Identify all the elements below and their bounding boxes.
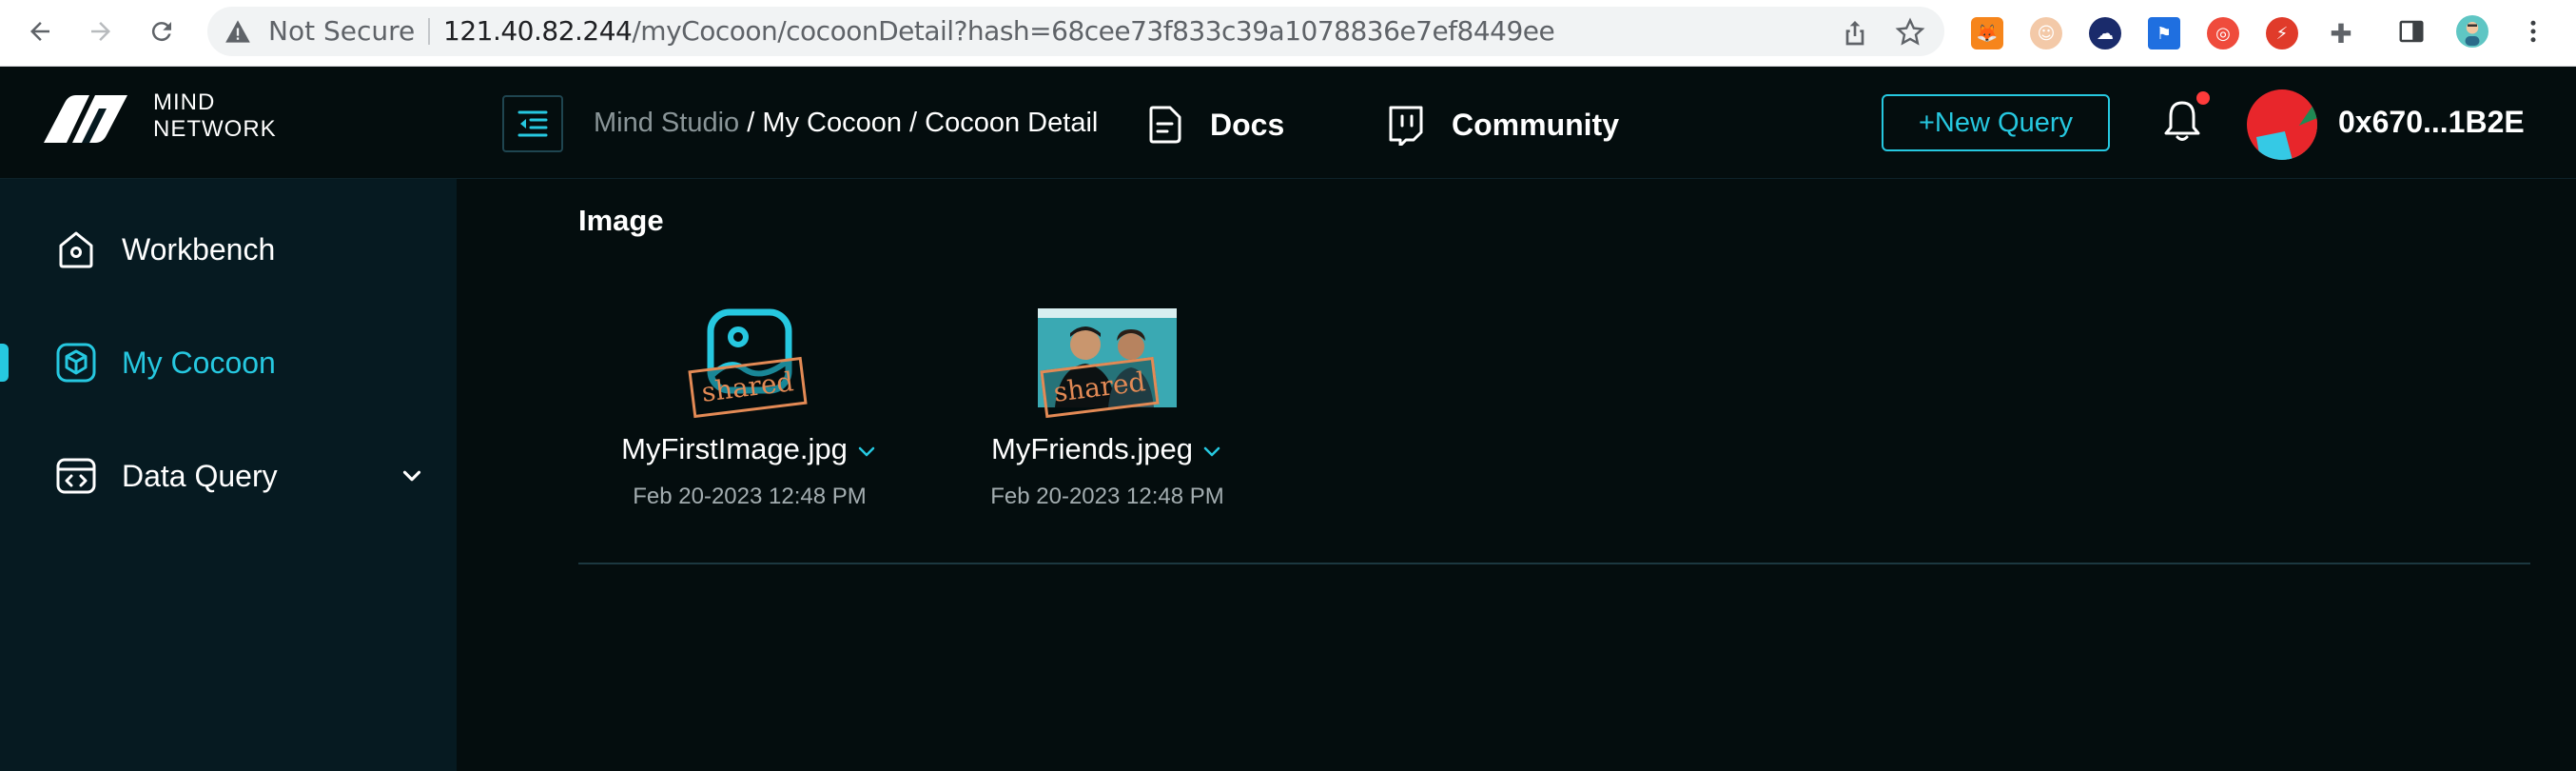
document-icon — [1149, 106, 1181, 144]
docs-label: Docs — [1210, 107, 1285, 142]
bolt-extension-icon[interactable]: ⚡ — [2266, 17, 2298, 49]
file-thumbnail[interactable]: shared — [578, 303, 921, 445]
code-window-icon — [56, 458, 96, 494]
new-query-button[interactable]: +New Query — [1882, 94, 2110, 151]
brand-line-2: NETWORK — [153, 116, 277, 142]
address-bar[interactable]: Not Secure 121.40.82.244/myCocoon/cocoon… — [207, 7, 1944, 56]
browser-chrome: Not Secure 121.40.82.244/myCocoon/cocoon… — [0, 0, 2576, 67]
community-label: Community — [1452, 107, 1619, 142]
chevron-down-icon[interactable] — [855, 440, 878, 463]
breadcrumb-my-cocoon[interactable]: My Cocoon — [762, 108, 902, 138]
forward-arrow-icon[interactable] — [84, 14, 118, 49]
sidebar-item-data-query[interactable]: Data Query — [0, 433, 457, 519]
home-icon — [59, 231, 93, 268]
breadcrumb-mind-studio[interactable]: Mind Studio — [594, 108, 739, 138]
metamask-fox-icon[interactable]: 🦊 — [1971, 17, 2003, 49]
section-title-image: Image — [578, 204, 664, 237]
bookmark-star-icon[interactable] — [1895, 17, 1925, 48]
file-card[interactable]: shared MyFriends.jpeg Feb 20-2023 12:48 … — [936, 303, 1278, 522]
security-label: Not Secure — [268, 15, 416, 47]
url-path: /myCocoon/cocoonDetail?hash=68cee73f833c… — [632, 15, 1555, 47]
active-indicator — [0, 344, 9, 382]
side-panel-icon[interactable] — [2395, 15, 2428, 48]
avatar-extension-icon[interactable]: ☺ — [2030, 17, 2062, 49]
sidebar-item-label: Workbench — [122, 231, 276, 267]
breadcrumb: Mind Studio / My Cocoon / Cocoon Detail — [594, 107, 1098, 139]
sidebar: MIND NETWORK Workbench My Cocoon Data Qu… — [0, 67, 457, 771]
sidebar-collapse-button[interactable] — [502, 95, 563, 152]
browser-menu-icon[interactable] — [2517, 15, 2549, 48]
file-name-text: MyFriends.jpeg — [991, 432, 1193, 465]
community-link[interactable]: Community — [1385, 101, 1619, 148]
shield-extension-icon[interactable]: ⚑ — [2148, 17, 2180, 49]
breadcrumb-separator: / — [739, 108, 763, 138]
brand-wordmark: MIND NETWORK — [153, 89, 277, 143]
puzzle-extensions-icon[interactable]: ✚ — [2325, 17, 2357, 49]
warning-triangle-icon — [225, 20, 250, 43]
file-name[interactable]: MyFirstImage.jpg — [578, 432, 921, 466]
file-name[interactable]: MyFriends.jpeg — [936, 432, 1278, 466]
extensions-bar: 🦊 ☺ ☁ ⚑ ◎ ⚡ ✚ — [1960, 7, 2378, 56]
breadcrumb-current: Cocoon Detail — [925, 108, 1099, 138]
chat-bubble-icon — [1389, 106, 1423, 146]
top-bar: Mind Studio / My Cocoon / Cocoon Detail … — [457, 67, 2576, 179]
file-thumbnail[interactable]: shared — [936, 303, 1278, 445]
omnibox-separator — [428, 18, 430, 45]
file-name-text: MyFirstImage.jpg — [621, 432, 848, 465]
breadcrumb-separator: / — [902, 108, 926, 138]
chevron-down-icon[interactable] — [1200, 440, 1223, 463]
brand-header: MIND NETWORK — [0, 67, 457, 179]
cube-icon — [56, 343, 96, 383]
section-divider — [578, 563, 2530, 564]
back-arrow-icon[interactable] — [23, 14, 57, 49]
url-text[interactable]: 121.40.82.244/myCocoon/cocoonDetail?hash… — [443, 15, 1555, 47]
sidebar-item-label: My Cocoon — [122, 345, 276, 380]
brand-line-1: MIND — [153, 89, 216, 115]
share-icon[interactable] — [1840, 17, 1870, 48]
file-card[interactable]: shared MyFirstImage.jpg Feb 20-2023 12:4… — [578, 303, 921, 522]
cloud-extension-icon[interactable]: ☁ — [2089, 17, 2121, 49]
sidebar-item-my-cocoon[interactable]: My Cocoon — [0, 320, 457, 405]
url-host: 121.40.82.244 — [443, 15, 633, 47]
reload-icon[interactable] — [145, 14, 179, 49]
file-date: Feb 20-2023 12:48 PM — [990, 484, 1224, 509]
docs-link[interactable]: Docs — [1143, 101, 1284, 148]
chevron-down-icon[interactable] — [398, 462, 426, 490]
wallet-avatar[interactable] — [2247, 89, 2317, 160]
indent-menu-icon — [517, 110, 548, 137]
sidebar-item-label: Data Query — [122, 458, 278, 493]
file-date: Feb 20-2023 12:48 PM — [633, 484, 867, 509]
mind-network-logo[interactable] — [44, 93, 127, 143]
target-extension-icon[interactable]: ◎ — [2207, 17, 2239, 49]
profile-avatar-icon[interactable] — [2456, 15, 2488, 48]
notification-dot — [2196, 91, 2210, 105]
wallet-address[interactable]: 0x670...1B2E — [2338, 105, 2525, 140]
sidebar-item-workbench[interactable]: Workbench — [0, 207, 457, 292]
